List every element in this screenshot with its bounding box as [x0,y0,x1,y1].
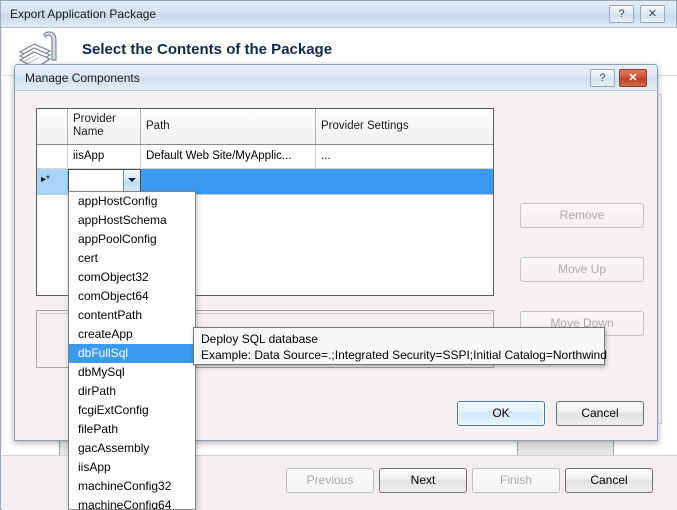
remove-button[interactable]: Remove [520,203,644,228]
dropdown-item[interactable]: comObject32 [69,268,195,287]
dropdown-item[interactable]: dbMySql [69,363,195,382]
next-button[interactable]: Next [379,468,467,493]
cell-path[interactable]: Default Web Site/MyApplic... [141,145,316,168]
row-selector-cell[interactable] [37,145,68,168]
close-icon[interactable]: ✕ [619,69,647,87]
manage-components-title: Manage Components [25,71,140,85]
dropdown-item[interactable]: createApp [69,325,195,344]
grid-header-provider-settings[interactable]: Provider Settings [316,109,493,144]
move-up-button[interactable]: Move Up [520,257,644,282]
provider-tooltip: Deploy SQL database Example: Data Source… [193,327,607,365]
dropdown-item[interactable]: iisApp [69,458,195,477]
new-cell-provider-settings[interactable] [316,169,493,194]
dropdown-item[interactable]: cert [69,249,195,268]
dropdown-item[interactable]: appHostSchema [69,211,195,230]
table-row[interactable]: iisApp Default Web Site/MyApplic... ... [37,145,493,169]
modal-cancel-button[interactable]: Cancel [556,401,644,426]
new-row-indicator[interactable]: ▸* [37,169,68,194]
help-icon[interactable]: ? [609,5,634,23]
grid-header-selector [37,109,68,144]
page-title: Select the Contents of the Package [82,41,333,58]
previous-button[interactable]: Previous [286,468,374,493]
chevron-down-icon[interactable] [123,170,140,193]
close-icon[interactable]: ✕ [640,5,665,23]
tooltip-example: Example: Data Source=.;Integrated Securi… [201,348,607,362]
dropdown-item[interactable]: dbFullSql [69,344,195,363]
cell-provider-name[interactable]: iisApp [68,145,141,168]
finish-button[interactable]: Finish [472,468,560,493]
help-icon[interactable]: ? [590,69,615,87]
outer-window-title: Export Application Package [10,7,157,21]
manage-components-titlebar: Manage Components ? ✕ [15,65,657,91]
grid-header-row: Provider Name Path Provider Settings [37,109,493,145]
dropdown-item[interactable]: machineConfig64 [69,496,195,509]
outer-window-titlebar: Export Application Package ? ✕ [1,1,676,28]
dropdown-item[interactable]: gacAssembly [69,439,195,458]
dropdown-item[interactable]: fcgiExtConfig [69,401,195,420]
cell-provider-settings[interactable]: ... [316,145,493,168]
ok-button[interactable]: OK [457,401,545,426]
tooltip-title: Deploy SQL database [201,332,318,346]
dropdown-item[interactable]: comObject64 [69,287,195,306]
chevron-down-glyph [128,178,136,182]
dropdown-item[interactable]: appPoolConfig [69,230,195,249]
dropdown-item[interactable]: machineConfig32 [69,477,195,496]
grid-header-path[interactable]: Path [141,109,316,144]
cancel-button[interactable]: Cancel [565,468,653,493]
dropdown-item[interactable]: filePath [69,420,195,439]
dropdown-item[interactable]: contentPath [69,306,195,325]
provider-name-dropdown-list[interactable]: appHostConfig appHostSchema appPoolConfig c… [68,191,196,510]
grid-header-provider-name[interactable]: Provider Name [68,109,141,144]
dropdown-item[interactable]: appHostConfig [69,192,195,211]
dropdown-item[interactable]: dirPath [69,382,195,401]
